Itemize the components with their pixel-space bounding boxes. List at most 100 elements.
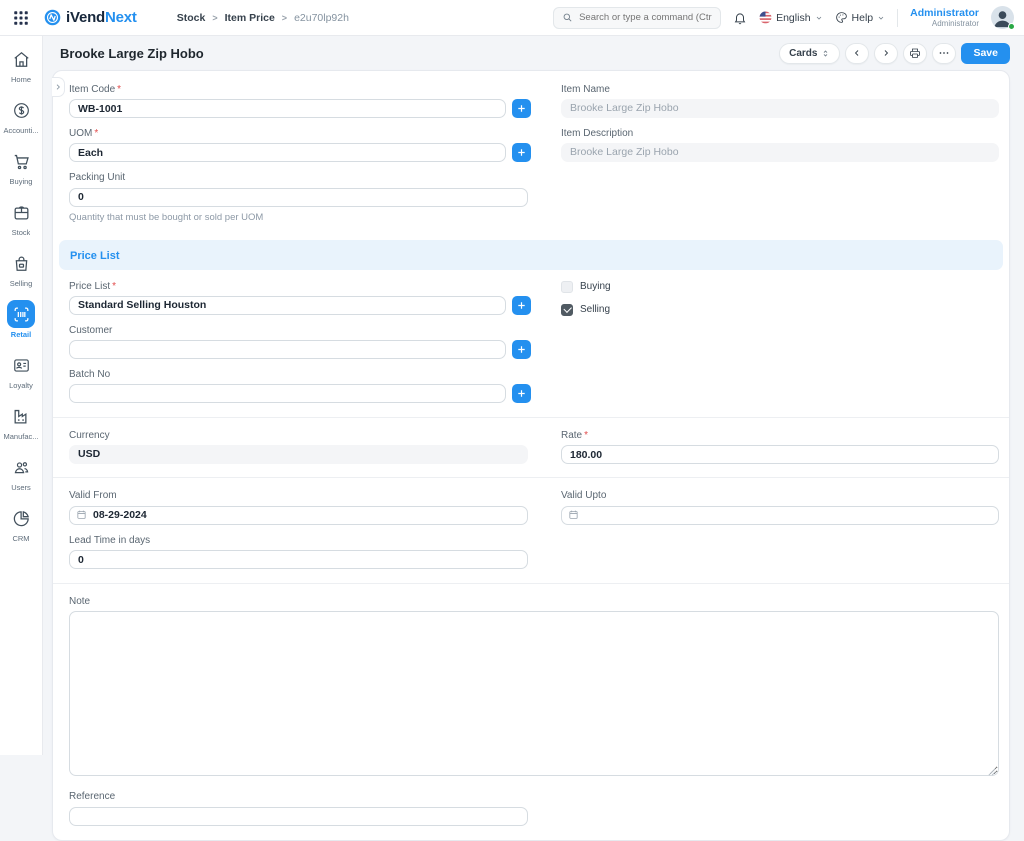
reference-input[interactable] bbox=[69, 806, 528, 826]
view-selector-button[interactable]: Cards bbox=[779, 42, 841, 64]
loyalty-card-icon bbox=[7, 351, 35, 379]
search-icon bbox=[562, 12, 573, 23]
search-input[interactable] bbox=[579, 12, 713, 23]
selling-checkbox-field[interactable]: Selling bbox=[561, 303, 999, 316]
chevron-left-icon bbox=[855, 50, 859, 56]
sidebar-item-selling[interactable]: Selling bbox=[0, 249, 43, 288]
more-actions-button[interactable] bbox=[932, 42, 957, 64]
sidebar-item-label: Selling bbox=[9, 279, 33, 288]
sidebar-expand-toggle[interactable] bbox=[52, 77, 65, 97]
item-description-field: Item Description Brooke Large Zip Hobo bbox=[561, 128, 999, 162]
plus-icon bbox=[518, 389, 525, 397]
packing-unit-input[interactable] bbox=[69, 187, 528, 207]
uom-field: UOM * bbox=[69, 128, 544, 162]
uom-input[interactable] bbox=[69, 143, 506, 162]
main-content: Brooke Large Zip Hobo Cards Save Item Co… bbox=[43, 36, 1024, 841]
ivendnext-logo[interactable]: iVendNext bbox=[44, 9, 137, 26]
sidebar-item-label: Home bbox=[10, 75, 31, 84]
selling-bag-icon bbox=[7, 249, 35, 277]
note-field: Note bbox=[69, 596, 999, 781]
customer-field: Customer bbox=[69, 325, 544, 359]
top-navbar: iVendNext Stock > Item Price > e2u70lp92… bbox=[0, 0, 1024, 36]
manufacturing-icon bbox=[7, 402, 35, 430]
breadcrumb-stock[interactable]: Stock bbox=[177, 12, 206, 24]
note-textarea[interactable] bbox=[69, 611, 999, 776]
buying-cart-icon bbox=[7, 147, 35, 175]
sidebar-item-users[interactable]: Users bbox=[0, 453, 43, 492]
item-code-input[interactable] bbox=[69, 99, 506, 118]
app-launcher-grid-icon[interactable] bbox=[12, 9, 30, 27]
item-name-value: Brooke Large Zip Hobo bbox=[561, 99, 999, 118]
item-name-field: Item Name Brooke Large Zip Hobo bbox=[561, 84, 999, 118]
new-uom-plus-button[interactable] bbox=[512, 143, 531, 162]
sidebar-item-loyalty[interactable]: Loyalty bbox=[0, 351, 43, 390]
theme-palette-icon bbox=[835, 12, 847, 23]
new-customer-plus-button[interactable] bbox=[512, 339, 531, 359]
user-avatar[interactable] bbox=[991, 6, 1015, 30]
global-search[interactable] bbox=[553, 6, 722, 29]
sidebar-item-home[interactable]: Home bbox=[0, 45, 43, 84]
crm-pie-icon bbox=[7, 504, 35, 532]
rate-field: Rate * bbox=[561, 430, 999, 464]
printer-icon bbox=[910, 48, 921, 58]
user-menu[interactable]: Administrator Administrator bbox=[910, 7, 979, 28]
new-batch-plus-button[interactable] bbox=[512, 383, 531, 403]
price-list-field: Price List * bbox=[69, 281, 544, 315]
valid-from-field: Valid From bbox=[69, 490, 544, 525]
valid-upto-field: Valid Upto bbox=[561, 490, 999, 525]
sidebar-item-accounti[interactable]: Accounti... bbox=[0, 96, 43, 135]
save-button[interactable]: Save bbox=[961, 42, 1010, 64]
language-selector[interactable]: English bbox=[759, 11, 822, 24]
currency-value: USD bbox=[69, 444, 528, 464]
sidebar-item-label: Users bbox=[11, 483, 31, 492]
new-price-list-plus-button[interactable] bbox=[512, 295, 531, 315]
divider bbox=[897, 8, 899, 27]
valid-from-input[interactable] bbox=[69, 505, 528, 525]
sidebar-item-label: Buying bbox=[9, 177, 33, 186]
sidebar-item-buying[interactable]: Buying bbox=[0, 147, 43, 186]
sidebar-item-stock[interactable]: Stock bbox=[0, 198, 43, 237]
print-button[interactable] bbox=[903, 42, 928, 64]
buying-checkbox[interactable] bbox=[561, 280, 573, 293]
sidebar-item-label: Accounti... bbox=[3, 126, 39, 135]
home-icon bbox=[7, 45, 35, 73]
new-item-plus-button[interactable] bbox=[512, 99, 531, 118]
ellipsis-icon bbox=[940, 52, 949, 54]
currency-field: Currency USD bbox=[69, 430, 544, 464]
previous-record-button[interactable] bbox=[845, 42, 870, 64]
sidebar-item-label: Loyalty bbox=[9, 381, 33, 390]
notifications-bell-icon[interactable] bbox=[733, 11, 747, 25]
page-title: Brooke Large Zip Hobo bbox=[60, 45, 204, 61]
sidebar-item-manufac[interactable]: Manufac... bbox=[0, 402, 43, 441]
rate-input[interactable] bbox=[561, 445, 999, 464]
price-list-input[interactable] bbox=[69, 295, 506, 315]
chevron-right-icon bbox=[56, 84, 60, 90]
batch-no-input[interactable] bbox=[69, 383, 506, 403]
breadcrumb-record-id: e2u70lp92h bbox=[294, 11, 349, 24]
reference-field: Reference bbox=[69, 791, 999, 826]
item-description-value: Brooke Large Zip Hobo bbox=[561, 143, 999, 162]
logo-mark-icon bbox=[44, 9, 61, 26]
valid-upto-input[interactable] bbox=[561, 505, 999, 525]
sort-arrows-icon bbox=[824, 49, 828, 57]
sidebar-item-crm[interactable]: CRM bbox=[0, 504, 43, 543]
accounting-icon bbox=[7, 96, 35, 124]
plus-icon bbox=[518, 301, 525, 309]
buying-checkbox-field[interactable]: Buying bbox=[561, 280, 999, 293]
customer-input[interactable] bbox=[69, 339, 506, 359]
sidebar-item-retail[interactable]: Retail bbox=[0, 300, 43, 339]
help-menu[interactable]: Help bbox=[835, 11, 886, 24]
chevron-down-icon bbox=[816, 16, 821, 20]
item-code-field: Item Code * bbox=[69, 84, 544, 118]
lead-time-field: Lead Time in days bbox=[69, 535, 544, 569]
next-record-button[interactable] bbox=[874, 42, 899, 64]
us-flag-icon bbox=[759, 11, 772, 24]
price-list-section-header[interactable]: Price List bbox=[59, 239, 1003, 270]
lead-time-input[interactable] bbox=[69, 550, 528, 569]
item-price-form-card: Item Code* UOM* bbox=[52, 70, 1010, 841]
batch-no-field: Batch No bbox=[69, 369, 544, 403]
selling-checkbox[interactable] bbox=[561, 303, 573, 316]
retail-barcode-icon bbox=[7, 300, 35, 328]
breadcrumb-item-price[interactable]: Item Price bbox=[225, 12, 275, 24]
page-toolbar: Cards Save bbox=[779, 42, 1010, 64]
